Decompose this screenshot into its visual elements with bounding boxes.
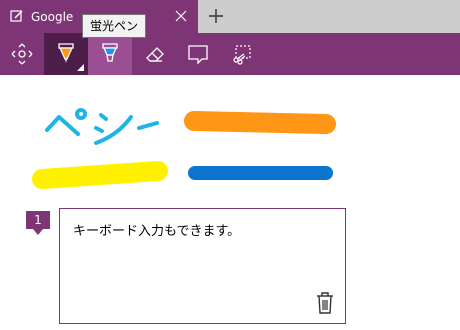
eraser-button[interactable] [132, 33, 176, 75]
note-box[interactable]: キーボード入力もできます。 [59, 208, 346, 324]
tab-title: Google [31, 10, 74, 24]
highlighter-button[interactable] [88, 33, 132, 75]
pan-tool-button[interactable] [0, 33, 44, 75]
flyout-indicator [77, 64, 84, 71]
eraser-icon [146, 47, 164, 62]
ballpoint-pen-button[interactable] [44, 33, 88, 75]
highlighter-icon [102, 43, 118, 62]
web-note-icon [10, 10, 23, 22]
tab-strip: Google [0, 0, 460, 33]
add-note-icon [188, 45, 208, 65]
add-note-button[interactable] [176, 33, 220, 75]
clip-button[interactable] [220, 33, 264, 75]
orange-highlight-stroke [184, 111, 336, 134]
clip-icon [233, 45, 251, 65]
pan-icon [11, 43, 33, 65]
note-text[interactable]: キーボード入力もできます。 [73, 223, 240, 241]
yellow-highlight-stroke [32, 161, 168, 189]
note-number-badge[interactable]: 1 [26, 211, 50, 235]
trash-icon[interactable] [315, 291, 335, 315]
web-note-toolbar [0, 33, 460, 75]
close-icon[interactable] [170, 5, 192, 27]
handwritten-pen-text [45, 108, 159, 145]
highlighter-tooltip: 蛍光ペン [82, 14, 147, 38]
new-tab-icon[interactable] [205, 5, 227, 27]
